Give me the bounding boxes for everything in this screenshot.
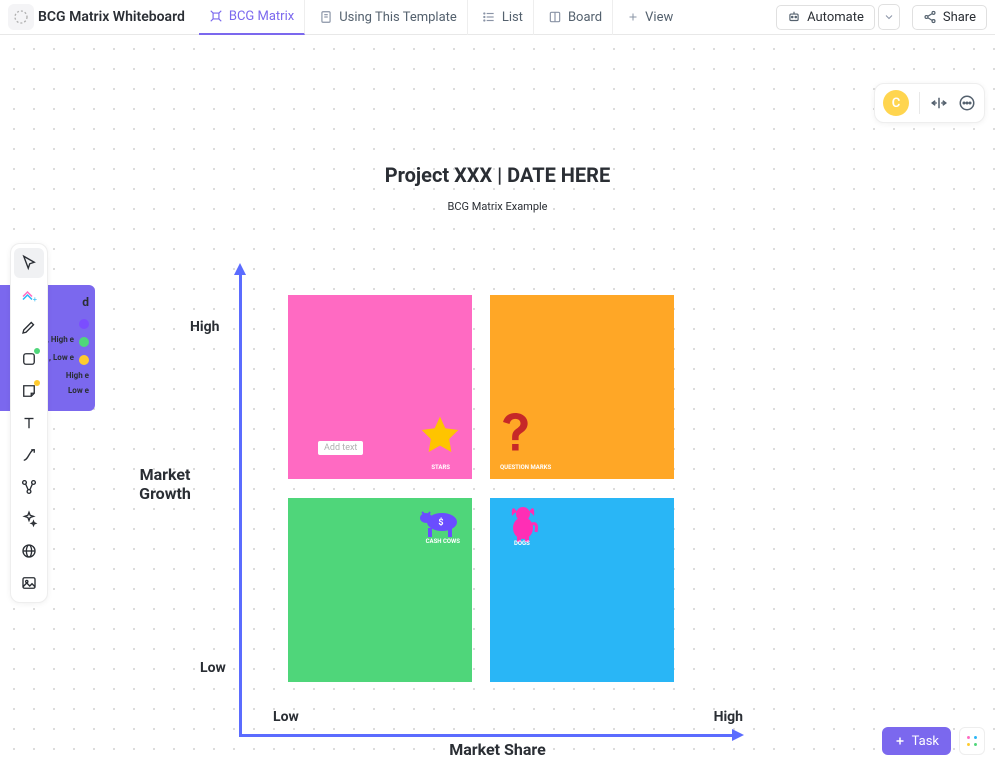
y-axis-arrow — [234, 263, 246, 275]
x-high-label: High — [714, 709, 743, 725]
sticky-note-tool[interactable] — [14, 376, 44, 406]
tab-list[interactable]: List — [472, 0, 534, 35]
collaborators-panel: C — [874, 83, 985, 123]
image-tool[interactable] — [14, 568, 44, 598]
svg-text:+: + — [33, 295, 37, 304]
whiteboard-canvas[interactable]: + C d , High e , Low e High e Low e Proj… — [0, 35, 995, 765]
more-options-icon[interactable] — [958, 94, 976, 112]
select-tool[interactable] — [14, 248, 44, 278]
ai-tool[interactable] — [14, 504, 44, 534]
diagram-tool[interactable]: + — [14, 280, 44, 310]
bottom-right-controls: Task — [882, 727, 985, 755]
add-text-placeholder[interactable]: Add text — [318, 441, 363, 455]
share-button[interactable]: Share — [912, 5, 987, 30]
relationship-tool[interactable] — [14, 472, 44, 502]
quad-label: STARS — [431, 464, 450, 471]
tab-using-template[interactable]: Using This Template — [309, 0, 468, 35]
doc-title[interactable]: BCG Matrix Whiteboard — [38, 9, 185, 25]
quadrant-question-marks[interactable]: QUESTION MARKS — [490, 295, 674, 479]
apps-button[interactable] — [959, 727, 985, 755]
quadrant-dogs[interactable]: DOGS — [490, 498, 674, 682]
quadrant-cash-cows[interactable]: $ CASH COWS — [288, 498, 472, 682]
y-axis-label[interactable]: MarketGrowth — [135, 465, 195, 503]
automate-button[interactable]: Automate — [776, 5, 875, 30]
top-bar: BCG Matrix Whiteboard BCG Matrix Using T… — [0, 0, 995, 35]
left-toolbar: + — [10, 243, 48, 603]
shape-tool[interactable] — [14, 344, 44, 374]
quad-label: DOGS — [514, 540, 530, 674]
chart-subtitle[interactable]: BCG Matrix Example — [0, 200, 995, 213]
y-high-label: High — [190, 319, 219, 335]
x-axis-arrow — [732, 729, 744, 741]
task-label: Task — [912, 734, 939, 749]
share-label: Share — [943, 10, 976, 25]
x-axis-label[interactable]: Market Share — [0, 740, 995, 759]
add-view-button[interactable]: View — [617, 10, 683, 25]
web-tool[interactable] — [14, 536, 44, 566]
new-task-button[interactable]: Task — [882, 727, 951, 755]
connector-tool[interactable] — [14, 440, 44, 470]
view-label: View — [645, 10, 673, 25]
fit-width-icon[interactable] — [930, 94, 948, 112]
tab-label: List — [502, 10, 523, 25]
cow-icon: $ — [418, 506, 462, 542]
star-icon — [418, 413, 462, 461]
tab-label: Using This Template — [339, 10, 457, 25]
y-low-label: Low — [200, 660, 226, 676]
automate-dropdown[interactable] — [878, 4, 900, 30]
pen-tool[interactable] — [14, 312, 44, 342]
x-low-label: Low — [273, 709, 299, 725]
tab-label: BCG Matrix — [229, 9, 294, 24]
automate-label: Automate — [807, 10, 864, 25]
tab-label: Board — [568, 10, 602, 25]
question-icon — [500, 413, 532, 461]
x-axis-line — [239, 734, 734, 737]
quadrant-stars[interactable]: Add text STARS — [288, 295, 472, 479]
user-avatar[interactable]: C — [883, 90, 909, 116]
doc-icon — [8, 4, 34, 30]
text-tool[interactable] — [14, 408, 44, 438]
tab-bcg-matrix[interactable]: BCG Matrix — [199, 0, 305, 35]
chart-title[interactable]: Project XXX | DATE HERE — [0, 163, 995, 187]
svg-text:$: $ — [438, 517, 443, 528]
y-axis-line — [239, 272, 242, 737]
quad-label: QUESTION MARKS — [500, 464, 551, 471]
tab-board[interactable]: Board — [538, 0, 613, 35]
quad-label: CASH COWS — [426, 538, 460, 674]
